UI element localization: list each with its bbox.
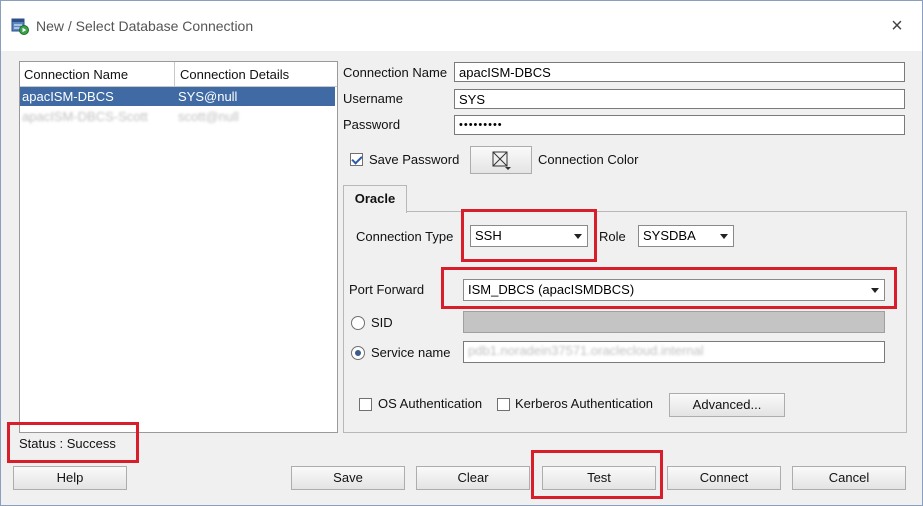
- username-label: Username: [343, 91, 403, 106]
- port-forward-label: Port Forward: [349, 282, 425, 297]
- help-button[interactable]: Help: [13, 466, 127, 490]
- save-password-label: Save Password: [369, 152, 460, 167]
- column-header-connection-name[interactable]: Connection Name: [24, 67, 128, 82]
- clear-button[interactable]: Clear: [416, 466, 530, 490]
- tab-oracle[interactable]: Oracle: [343, 185, 407, 213]
- connection-details-cell: SYS@null: [178, 89, 238, 104]
- color-picker-icon: [490, 151, 512, 174]
- service-name-input[interactable]: pdb1.noradein37571.oraclecloud.internal: [463, 341, 885, 363]
- connection-name-cell: apacISM-DBCS-Scott: [22, 109, 148, 124]
- os-authentication-label: OS Authentication: [378, 396, 483, 411]
- save-password-checkbox[interactable]: [350, 153, 363, 166]
- save-button[interactable]: Save: [291, 466, 405, 490]
- database-connection-icon: [11, 17, 29, 35]
- username-input[interactable]: [454, 89, 905, 109]
- status-text: Status : Success: [19, 436, 116, 451]
- column-divider[interactable]: [174, 62, 175, 86]
- password-label: Password: [343, 117, 401, 132]
- password-input[interactable]: •••••••••: [454, 115, 905, 135]
- connection-type-label: Connection Type: [356, 229, 454, 244]
- os-authentication-checkbox[interactable]: [359, 398, 372, 411]
- connection-list[interactable]: Connection Name Connection Details apacI…: [19, 61, 338, 433]
- connection-dialog: New / Select Database Connection × Conne…: [0, 0, 923, 506]
- connection-type-select[interactable]: SSH: [470, 225, 588, 247]
- port-forward-value: ISM_DBCS (apacISMDBCS): [468, 282, 635, 297]
- connection-row-selected[interactable]: apacISM-DBCS SYS@null: [20, 87, 335, 106]
- chevron-down-icon: [574, 234, 582, 239]
- port-forward-select[interactable]: ISM_DBCS (apacISMDBCS): [463, 279, 885, 301]
- sid-input: [463, 311, 885, 333]
- sid-radio[interactable]: [351, 316, 365, 330]
- service-name-radio[interactable]: [351, 346, 365, 360]
- chevron-down-icon: [871, 288, 879, 293]
- column-header-connection-details[interactable]: Connection Details: [180, 67, 289, 82]
- connection-name-cell: apacISM-DBCS: [22, 89, 114, 104]
- service-name-label: Service name: [371, 345, 451, 360]
- test-button[interactable]: Test: [542, 466, 656, 490]
- connection-name-label: Connection Name: [343, 65, 448, 80]
- connection-color-button[interactable]: [470, 146, 532, 174]
- window-title: New / Select Database Connection: [36, 18, 254, 34]
- title-bar: New / Select Database Connection ×: [1, 1, 922, 51]
- service-name-value: pdb1.noradein37571.oraclecloud.internal: [468, 343, 704, 358]
- role-value: SYSDBA: [643, 228, 696, 243]
- connection-color-label: Connection Color: [538, 152, 639, 167]
- cancel-button[interactable]: Cancel: [792, 466, 906, 490]
- connection-name-input[interactable]: [454, 62, 905, 82]
- chevron-down-icon: [720, 234, 728, 239]
- connection-row[interactable]: apacISM-DBCS-Scott scott@null: [20, 107, 335, 126]
- kerberos-authentication-label: Kerberos Authentication: [515, 396, 654, 411]
- advanced-button[interactable]: Advanced...: [669, 393, 785, 417]
- connection-list-header: Connection Name Connection Details: [20, 62, 337, 87]
- role-select[interactable]: SYSDBA: [638, 225, 734, 247]
- connect-button[interactable]: Connect: [667, 466, 781, 490]
- kerberos-authentication-checkbox[interactable]: [497, 398, 510, 411]
- sid-label: SID: [371, 315, 393, 330]
- connection-type-value: SSH: [475, 228, 502, 243]
- close-icon[interactable]: ×: [884, 13, 910, 39]
- connection-details-cell: scott@null: [178, 109, 239, 124]
- role-label: Role: [599, 229, 626, 244]
